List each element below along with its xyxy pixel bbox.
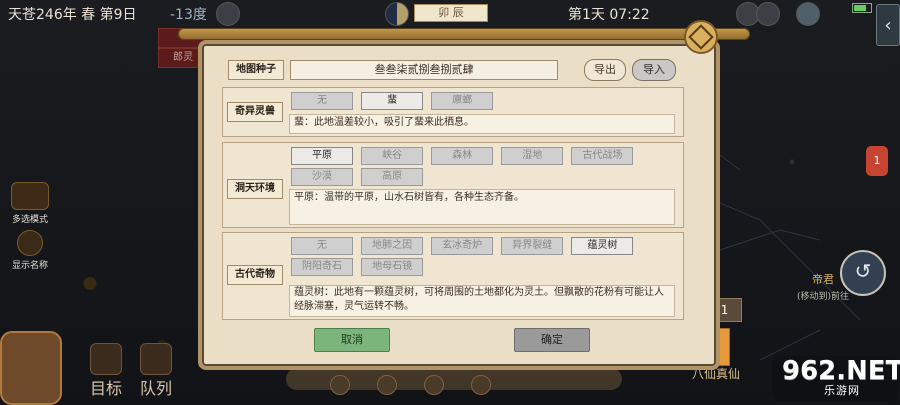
section-relic-label: 古代奇物 bbox=[227, 265, 283, 285]
seed-field[interactable]: 叁叁柒贰捌叁捌贰肆 bbox=[290, 60, 558, 80]
creature-option-1[interactable]: 蜚 bbox=[361, 92, 424, 110]
creature-option-0[interactable]: 无 bbox=[291, 92, 353, 110]
multi-select-mode[interactable]: 多选模式 bbox=[6, 182, 54, 225]
modal-footer: 取消 确定 bbox=[222, 322, 682, 352]
section-relic: 古代奇物 无 地肺之因 玄冰奇炉 异界裂缝 蕴灵树 阴阳奇石 地母石镜 蕴灵树：… bbox=[222, 232, 684, 320]
temperature: -13度 bbox=[170, 7, 207, 23]
bottom-icons bbox=[330, 375, 590, 395]
relic-option-6[interactable]: 地母石镜 bbox=[361, 258, 424, 276]
time-ribbon: 卯 辰 bbox=[414, 4, 488, 22]
environment-option-2[interactable]: 森林 bbox=[431, 147, 494, 165]
bottom-left-hud: 目标 队列 bbox=[0, 327, 190, 405]
team-button[interactable]: 队列 bbox=[132, 343, 180, 399]
target-icon bbox=[90, 343, 122, 375]
environment-option-3[interactable]: 湿地 bbox=[501, 147, 564, 165]
environment-option-6[interactable]: 高原 bbox=[361, 168, 424, 186]
multi-select-icon bbox=[11, 182, 49, 210]
environment-options: 平原 峡谷 森林 湿地 古代战场 沙漠 高原 bbox=[291, 147, 677, 189]
relic-option-0[interactable]: 无 bbox=[291, 237, 353, 255]
creature-options: 无 蜚 廪螂 bbox=[291, 92, 677, 113]
day-time: 第1天 07:22 bbox=[568, 7, 650, 23]
section-creature: 奇异灵兽 无 蜚 廪螂 蜚：此地温差较小，吸引了蜚来此栖息。 bbox=[222, 87, 684, 137]
bottom-icon-3[interactable] bbox=[424, 375, 445, 395]
notification-badge[interactable]: 1 bbox=[866, 146, 888, 176]
battery-icon bbox=[852, 3, 872, 13]
import-button[interactable]: 导入 bbox=[632, 59, 676, 81]
close-icon[interactable] bbox=[684, 20, 718, 54]
section-environment: 洞天环境 平原 峡谷 森林 湿地 古代战场 沙漠 高原 平原：温带的平原，山水石… bbox=[222, 142, 684, 228]
target-button[interactable]: 目标 bbox=[82, 343, 130, 399]
eye-icon bbox=[17, 230, 43, 256]
collapse-panel-button[interactable]: ‹ bbox=[876, 4, 900, 46]
environment-option-1[interactable]: 峡谷 bbox=[361, 147, 424, 165]
creature-option-2[interactable]: 廪螂 bbox=[431, 92, 494, 110]
yin-yang-icon[interactable] bbox=[385, 2, 409, 26]
environment-option-0[interactable]: 平原 bbox=[291, 147, 353, 165]
weather-icon bbox=[216, 2, 240, 26]
game-date: 天苍246年 春 第9日 bbox=[8, 7, 137, 23]
top-hud: 天苍246年 春 第9日 -13度 卯 辰 第1天 07:22 ‹ bbox=[0, 0, 900, 46]
film-icon[interactable] bbox=[756, 2, 780, 26]
seed-label: 地图种子 bbox=[228, 60, 284, 80]
modal-scroll-bar bbox=[178, 28, 750, 40]
gourd-icon[interactable] bbox=[0, 331, 62, 405]
gear-icon[interactable] bbox=[796, 2, 820, 26]
show-names-toggle[interactable]: 显示名称 bbox=[6, 230, 54, 271]
relic-option-1[interactable]: 地肺之因 bbox=[361, 237, 424, 255]
relic-desc: 蕴灵树：此地有一颗蕴灵树，可将周围的土地都化为灵土。但飘散的花粉有可能让人经脉滞… bbox=[289, 285, 675, 317]
environment-desc: 平原：温带的平原，山水石树皆有，各种生态齐备。 bbox=[289, 189, 675, 225]
relic-option-4[interactable]: 蕴灵树 bbox=[571, 237, 634, 255]
confirm-button[interactable]: 确定 bbox=[514, 328, 590, 352]
section-environment-label: 洞天环境 bbox=[227, 179, 283, 199]
relic-option-5[interactable]: 阴阳奇石 bbox=[291, 258, 353, 276]
relic-option-2[interactable]: 玄冰奇炉 bbox=[431, 237, 494, 255]
section-creature-label: 奇异灵兽 bbox=[227, 102, 283, 122]
team-icon bbox=[140, 343, 172, 375]
bottom-icon-4[interactable] bbox=[471, 375, 492, 395]
emperor-label: 帝君 (移动到)前往 bbox=[796, 273, 850, 302]
relic-options: 无 地肺之因 玄冰奇炉 异界裂缝 蕴灵树 阴阳奇石 地母石镜 bbox=[291, 237, 677, 279]
cancel-button[interactable]: 取消 bbox=[314, 328, 390, 352]
watermark: 962.NET 乐游网 bbox=[772, 356, 900, 401]
creature-desc: 蜚：此地温差较小，吸引了蜚来此栖息。 bbox=[289, 114, 675, 134]
export-button[interactable]: 导出 bbox=[584, 59, 626, 81]
bottom-icon-1[interactable] bbox=[330, 375, 350, 395]
environment-option-4[interactable]: 古代战场 bbox=[571, 147, 634, 165]
bottom-icon-2[interactable] bbox=[377, 375, 398, 395]
environment-option-5[interactable]: 沙漠 bbox=[291, 168, 353, 186]
relic-option-3[interactable]: 异界裂缝 bbox=[501, 237, 564, 255]
